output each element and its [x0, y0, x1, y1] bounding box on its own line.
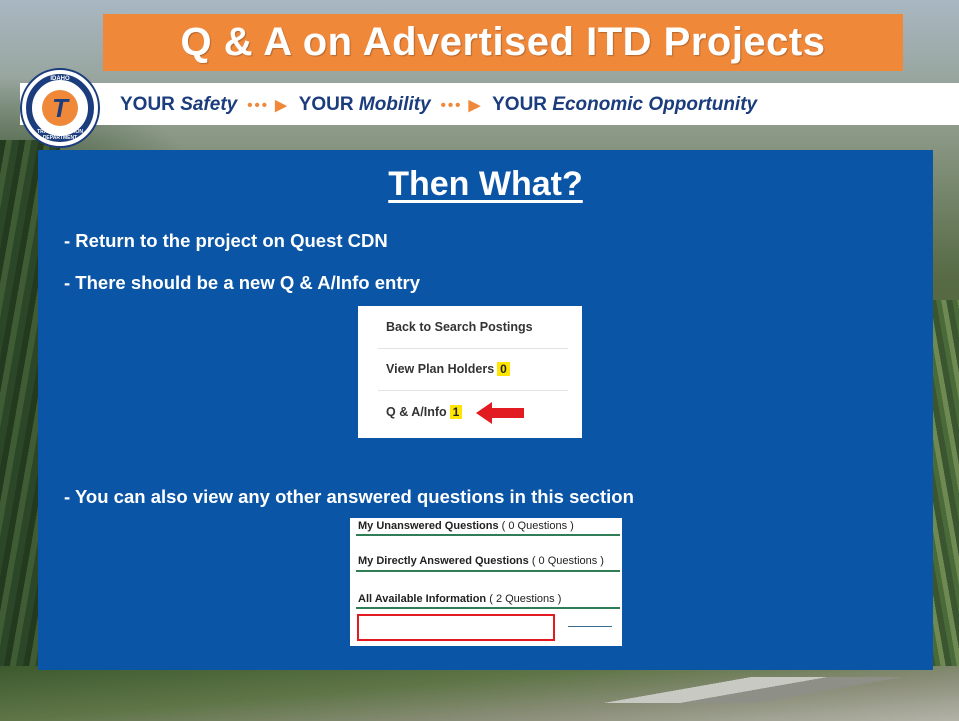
tagline-word: YOUR — [492, 94, 548, 115]
tagline-mobility: Mobility — [358, 94, 431, 115]
highlight-box — [357, 614, 555, 641]
row-detail: ( 0 Questions ) — [501, 520, 574, 532]
highway — [599, 677, 959, 703]
trees-right — [929, 300, 959, 721]
tagline-word: YOUR — [120, 94, 175, 115]
menu-screenshot: Back to Search Postings View Plan Holder… — [358, 306, 582, 438]
tagline-economic-opportunity: Economic Opportunity — [552, 94, 758, 115]
plan-holders-count-badge: 0 — [497, 362, 510, 376]
tagline-arrow-icon: ••• ▶ — [247, 97, 289, 114]
row-underline — [356, 570, 620, 572]
menu-item-label: Q & A/Info — [386, 405, 447, 419]
menu-qa-info[interactable]: Q & A/Info 1 — [386, 405, 463, 419]
bullet-return: - Return to the project on Quest CDN — [64, 230, 388, 251]
menu-item-label: View Plan Holders — [386, 362, 495, 376]
directly-answered-questions-row[interactable]: My Directly Answered Questions ( 0 Quest… — [358, 555, 604, 567]
menu-view-plan-holders[interactable]: View Plan Holders 0 — [386, 362, 510, 376]
tagline-arrow-icon: ••• ▶ — [440, 97, 483, 114]
row-label: My Directly Answered Questions — [358, 555, 529, 567]
menu-item-label: Back to Search Postings — [386, 320, 533, 334]
questions-screenshot: My Unanswered Questions ( 0 Questions ) … — [350, 518, 622, 646]
panel-heading: Then What? — [38, 165, 933, 204]
red-arrow-left-icon — [476, 402, 524, 424]
unanswered-questions-row[interactable]: My Unanswered Questions ( 0 Questions ) — [358, 520, 574, 532]
tagline-safety: Safety — [180, 94, 238, 115]
tagline: YOUR Safety ••• ▶ YOUR Mobility ••• ▶ YO… — [120, 92, 757, 118]
row-label: All Available Information — [358, 593, 487, 605]
title-banner: Q & A on Advertised ITD Projects — [103, 14, 903, 71]
all-available-information-row[interactable]: All Available Information ( 2 Questions … — [358, 593, 561, 605]
bullet-view-answered: - You can also view any other answered q… — [64, 486, 634, 507]
logo-top-text: IDAHO — [50, 76, 70, 82]
row-detail: ( 0 Questions ) — [531, 555, 604, 567]
row-underline — [356, 534, 620, 536]
menu-divider — [378, 348, 568, 349]
qa-info-count-badge: 1 — [449, 405, 463, 419]
logo-bottom-text: TRANSPORTATION DEPARTMENT — [37, 129, 83, 141]
content-panel: Then What? - Return to the project on Qu… — [38, 150, 933, 670]
row-detail: ( 2 Questions ) — [489, 593, 562, 605]
heading-text: Then What? — [388, 165, 583, 203]
bullet-new-entry: - There should be a new Q & A/Info entry — [64, 272, 420, 293]
tagline-word: YOUR — [298, 94, 354, 115]
logo-letter: T — [42, 90, 78, 126]
row-underline — [568, 626, 612, 627]
menu-divider — [378, 390, 568, 391]
menu-back-to-search[interactable]: Back to Search Postings — [386, 320, 533, 334]
row-label: My Unanswered Questions — [358, 520, 499, 532]
row-underline — [356, 607, 620, 609]
itd-logo-icon: IDAHO T TRANSPORTATION DEPARTMENT — [20, 68, 100, 148]
slide-title: Q & A on Advertised ITD Projects — [180, 20, 826, 64]
